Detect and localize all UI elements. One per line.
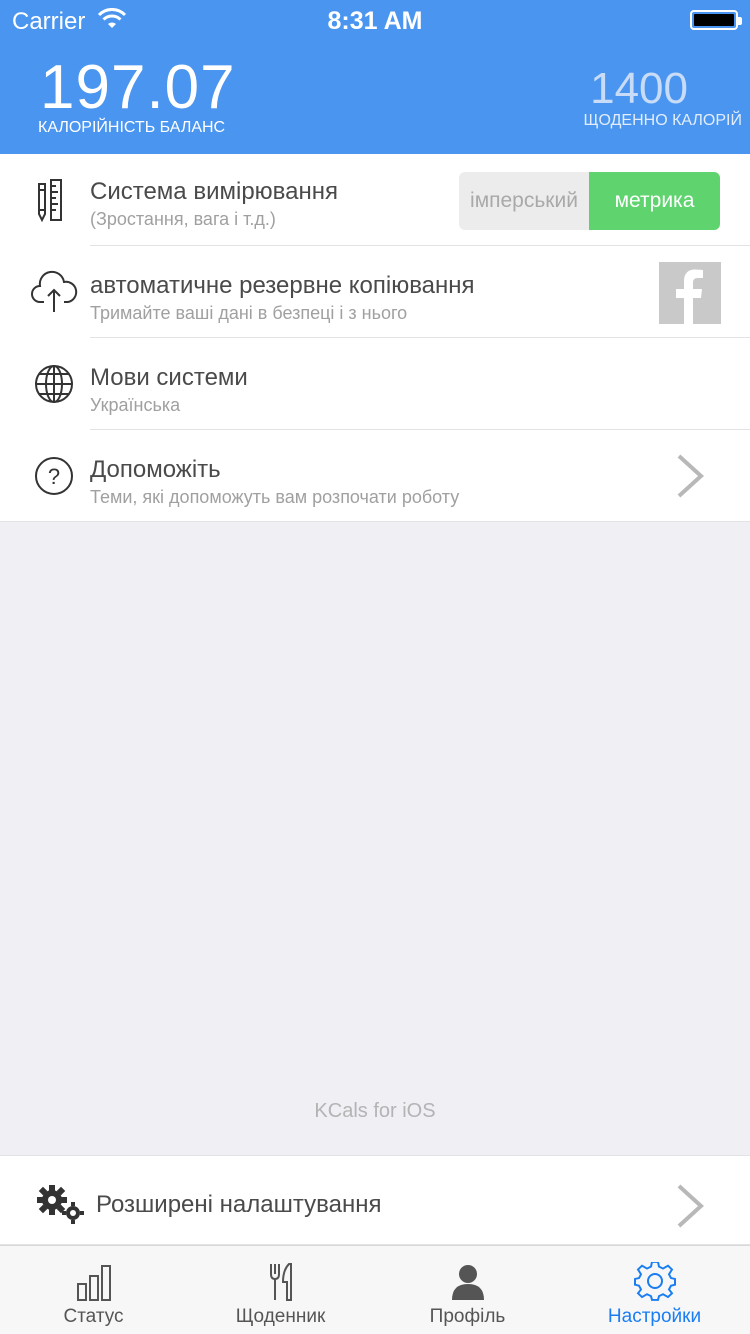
- auto-backup-subtitle: Тримайте ваші дані в безпеці і з нього: [90, 303, 408, 323]
- system-language-row[interactable]: Мови системи Українська: [0, 338, 750, 430]
- help-row[interactable]: ? Допоможіть Теми, які допоможуть вам ро…: [0, 430, 750, 522]
- daily-calories-label: ЩОДЕННО КАЛОРІЙ: [583, 112, 742, 129]
- help-icon: ?: [35, 457, 73, 495]
- measurement-system-row: Система вимірювання (Зростання, вага і т…: [0, 154, 750, 246]
- tab-status[interactable]: Статус: [0, 1246, 187, 1334]
- tab-settings-label: Настройки: [607, 1306, 702, 1327]
- ruler-pencil-icon: [38, 179, 62, 223]
- tab-profile[interactable]: Профіль: [374, 1246, 561, 1334]
- battery-icon: [690, 10, 742, 30]
- auto-backup-row[interactable]: автоматичне резервне копіювання Тримайте…: [0, 246, 750, 338]
- daily-calories-value: 1400: [590, 64, 688, 113]
- tab-diary-label: Щоденник: [235, 1306, 326, 1327]
- help-title: Допоможіть: [90, 456, 221, 483]
- svg-text:?: ?: [48, 464, 60, 489]
- gears-icon: [37, 1185, 84, 1224]
- person-icon: [451, 1265, 484, 1300]
- imperial-option[interactable]: імперський: [459, 172, 589, 230]
- facebook-icon: [676, 269, 703, 324]
- clock: 8:31 AM: [327, 7, 423, 35]
- tab-bar: Статус Щоденник Профіль Настройки: [0, 1245, 750, 1334]
- system-language-value: Українська: [90, 395, 181, 415]
- units-segmented-control: імперський метрика: [459, 172, 720, 230]
- help-subtitle: Теми, які допоможуть вам розпочати робот…: [90, 487, 460, 507]
- measurement-system-title: Система вимірювання: [90, 178, 338, 205]
- facebook-button[interactable]: [659, 262, 721, 324]
- tab-status-label: Статус: [63, 1306, 124, 1327]
- calorie-balance-value: 197.07: [40, 53, 236, 122]
- advanced-settings-row[interactable]: Розширені налаштування: [0, 1155, 750, 1245]
- fork-knife-icon: [269, 1263, 292, 1301]
- bar-chart-icon: [76, 1265, 111, 1301]
- advanced-settings-label: Розширені налаштування: [96, 1191, 382, 1218]
- cloud-upload-icon: [31, 270, 78, 312]
- measurement-system-subtitle: (Зростання, вага і т.д.): [90, 209, 276, 229]
- status-bar: Carrier 8:31 AM: [0, 0, 750, 40]
- gear-icon: [633, 1262, 676, 1301]
- metric-option[interactable]: метрика: [589, 172, 720, 230]
- calorie-balance-label: КАЛОРІЙНІСТЬ БАЛАНС: [38, 119, 226, 136]
- chevron-right-icon: [677, 1184, 704, 1228]
- system-language-title: Мови системи: [90, 364, 248, 391]
- auto-backup-title: автоматичне резервне копіювання: [90, 272, 475, 299]
- settings-list: Система вимірювання (Зростання, вага і т…: [0, 154, 750, 522]
- app-footer-text: KCals for iOS: [314, 1100, 436, 1122]
- globe-icon: [35, 365, 73, 403]
- tab-diary[interactable]: Щоденник: [187, 1246, 374, 1334]
- header: Carrier 8:31 AM 197.07 КАЛОРІЙНІСТЬ БАЛА…: [0, 0, 750, 154]
- tab-settings[interactable]: Настройки: [561, 1246, 748, 1334]
- chevron-right-icon: [677, 454, 704, 498]
- tab-profile-label: Профіль: [429, 1306, 506, 1327]
